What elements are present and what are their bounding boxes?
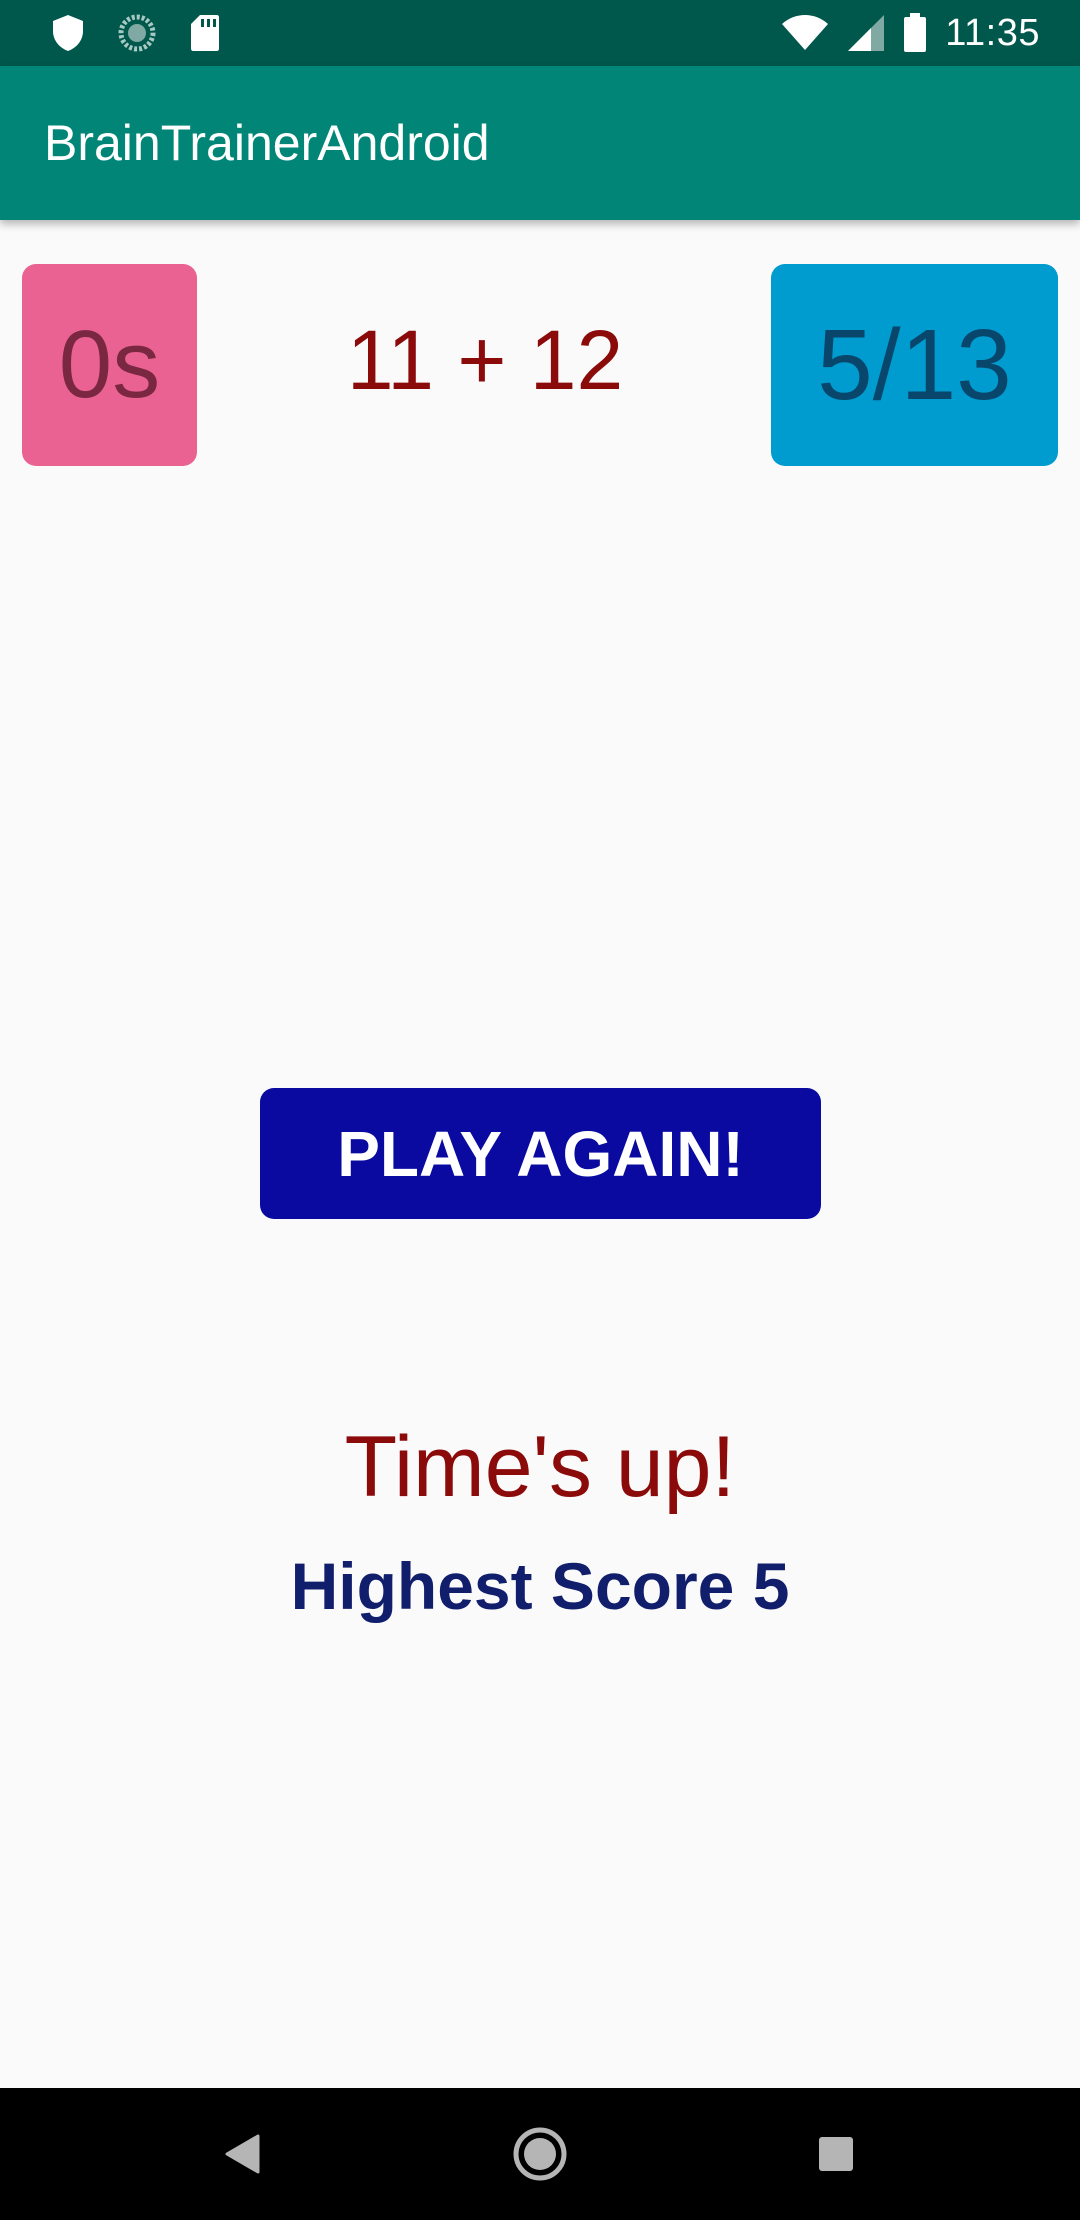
back-icon — [224, 2134, 260, 2174]
sd-card-icon — [190, 14, 220, 52]
status-time: 11:35 — [945, 11, 1040, 54]
play-again-button[interactable]: PLAY AGAIN! — [260, 1088, 821, 1219]
question-text: 11 + 12 — [346, 313, 624, 407]
app-title: BrainTrainerAndroid — [44, 115, 490, 171]
app-bar: BrainTrainerAndroid — [0, 66, 1080, 220]
status-left-icons — [52, 12, 220, 54]
result-message: Time's up! — [344, 1419, 736, 1515]
home-icon — [512, 2126, 568, 2182]
wifi-icon — [781, 14, 829, 52]
highest-score: Highest Score 5 — [290, 1549, 790, 1623]
home-button[interactable] — [474, 2088, 606, 2220]
recents-button[interactable] — [770, 2088, 902, 2220]
battery-icon — [903, 13, 927, 53]
back-button[interactable] — [176, 2088, 308, 2220]
timer-display: 0s — [22, 264, 197, 466]
status-bar: 11:35 — [0, 0, 1080, 66]
navigation-bar — [0, 2088, 1080, 2220]
score-display: 5/13 — [771, 264, 1058, 466]
status-right-icons: 11:35 — [781, 10, 1040, 56]
cell-signal-icon — [847, 14, 885, 52]
loading-circle-icon — [118, 14, 156, 52]
shield-icon — [52, 14, 84, 52]
recents-icon — [818, 2136, 854, 2172]
screen: 11:35 BrainTrainerAndroid 0s 11 + 12 5/1… — [0, 0, 1080, 2220]
